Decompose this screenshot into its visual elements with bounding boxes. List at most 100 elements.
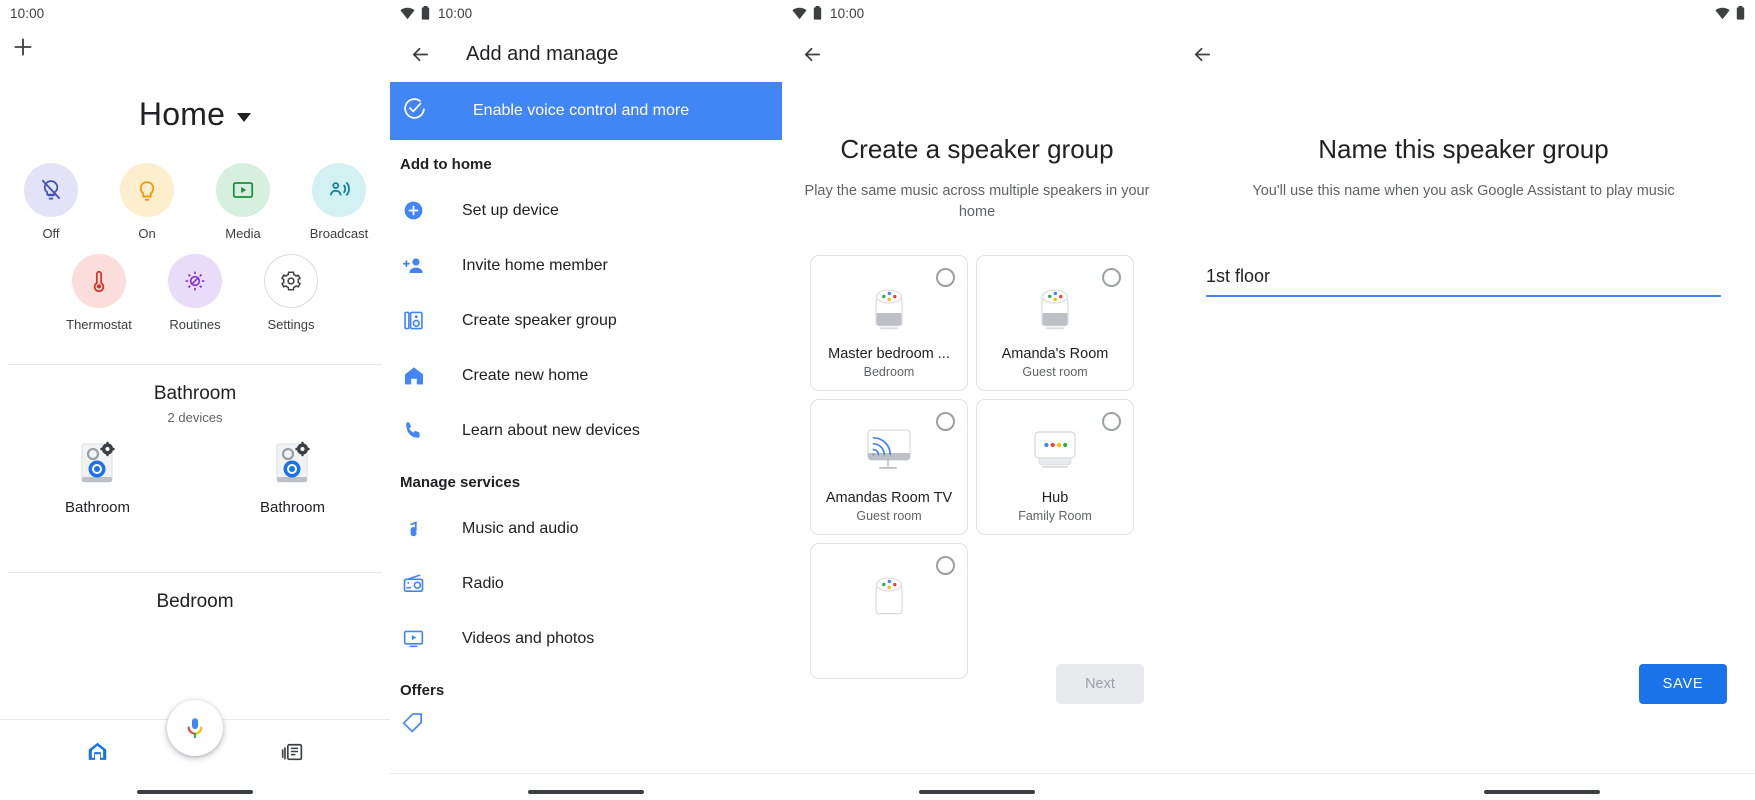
menu-item-learn-about-new-devices[interactable]: Learn about new devices xyxy=(390,403,782,458)
section-label-offers: Offers xyxy=(390,666,782,709)
enable-voice-control-banner[interactable]: Enable voice control and more xyxy=(390,82,782,140)
phone-icon xyxy=(402,419,448,442)
device-label: Bathroom xyxy=(65,499,130,516)
quick-action-broadcast-label: Broadcast xyxy=(310,226,369,241)
page-title: Add and manage xyxy=(466,43,618,66)
divider xyxy=(8,364,382,365)
page-subheading: Play the same music across multiple spea… xyxy=(782,181,1172,223)
lightbulb-on-icon xyxy=(134,177,160,203)
menu-item-offers-partial[interactable] xyxy=(390,709,782,735)
device-card-room: Family Room xyxy=(1018,509,1092,523)
music-note-icon xyxy=(402,518,448,540)
section-label-manage-services: Manage services xyxy=(390,458,782,501)
status-bar: 10:00 xyxy=(0,0,390,26)
offer-tag-icon xyxy=(402,711,448,734)
battery-icon xyxy=(1736,6,1745,20)
menu-item-create-new-home[interactable]: Create new home xyxy=(390,348,782,403)
device-card[interactable] xyxy=(810,543,968,679)
radio-button[interactable] xyxy=(936,556,955,575)
battery-icon xyxy=(421,6,430,20)
back-button[interactable] xyxy=(1182,34,1222,74)
save-button[interactable]: SAVE xyxy=(1639,664,1727,704)
chromecast-tv-icon xyxy=(860,424,918,478)
person-add-icon xyxy=(402,254,448,278)
quick-action-settings[interactable]: Settings xyxy=(253,254,329,332)
menu-item-invite-home-member[interactable]: Invite home member xyxy=(390,238,782,293)
quick-action-media[interactable]: Media xyxy=(205,163,281,241)
quick-action-thermostat[interactable]: Thermostat xyxy=(61,254,137,332)
devices-row-bathroom: Bathroom xyxy=(0,436,390,516)
quick-action-on-circle xyxy=(120,163,174,217)
check-circle-icon xyxy=(402,96,427,126)
device-tile[interactable]: Bathroom xyxy=(195,436,390,516)
arrow-back-icon xyxy=(801,43,824,66)
menu-item-music-and-audio[interactable]: Music and audio xyxy=(390,501,782,556)
battery-icon xyxy=(813,6,822,20)
menu-item-create-speaker-group[interactable]: Create speaker group xyxy=(390,293,782,348)
quick-action-routines[interactable]: Routines xyxy=(157,254,233,332)
speaker-group-icon xyxy=(402,309,448,332)
home-filled-icon xyxy=(402,364,448,388)
add-button[interactable] xyxy=(10,34,36,60)
menu-item-label: Learn about new devices xyxy=(462,422,640,440)
sidebar-item-feed[interactable] xyxy=(195,739,390,764)
gesture-bar xyxy=(1484,790,1600,794)
radio-button[interactable] xyxy=(936,268,955,287)
device-card[interactable]: Amandas Room TV Guest room xyxy=(810,399,968,535)
gesture-bar xyxy=(137,790,253,794)
speaker-group-name-value[interactable]: 1st floor xyxy=(1206,266,1721,287)
quick-action-broadcast[interactable]: Broadcast xyxy=(301,163,377,241)
status-bar: 10:00 xyxy=(1172,0,1755,26)
lightbulb-off-icon xyxy=(38,177,64,203)
back-button[interactable] xyxy=(792,34,832,74)
device-card-room: Bedroom xyxy=(864,365,915,379)
home-selector[interactable]: Home xyxy=(0,96,390,133)
broadcast-icon xyxy=(326,177,352,203)
menu-item-radio[interactable]: Radio xyxy=(390,556,782,611)
device-card[interactable]: Master bedroom ... Bedroom xyxy=(810,255,968,391)
device-card[interactable]: Hub Family Room xyxy=(976,399,1134,535)
banner-label: Enable voice control and more xyxy=(473,102,689,120)
app-bar xyxy=(1172,26,1755,82)
status-bar: 10:00 xyxy=(390,0,782,26)
room-name: Bathroom xyxy=(0,383,390,405)
speaker-group-name-field[interactable]: 1st floor xyxy=(1206,266,1721,297)
quick-action-on[interactable]: On xyxy=(109,163,185,241)
feed-icon xyxy=(280,739,305,764)
wifi-icon xyxy=(792,7,807,20)
quick-action-on-label: On xyxy=(138,226,155,241)
radio-button[interactable] xyxy=(936,412,955,431)
device-card-title: Amandas Room TV xyxy=(826,490,952,506)
room-header-bathroom: Bathroom 2 devices xyxy=(0,383,390,425)
quick-actions-row-1: Off On Media xyxy=(0,163,390,241)
chevron-down-icon xyxy=(237,113,251,122)
divider xyxy=(8,572,382,573)
device-card-room: Guest room xyxy=(1022,365,1087,379)
quick-action-off[interactable]: Off xyxy=(13,163,89,241)
device-card-title: Hub xyxy=(1042,490,1069,506)
back-button[interactable] xyxy=(400,34,440,74)
menu-item-label: Videos and photos xyxy=(462,630,594,648)
radio-button[interactable] xyxy=(1102,412,1121,431)
device-card[interactable]: Amanda's Room Guest room xyxy=(976,255,1134,391)
sidebar-item-home[interactable] xyxy=(0,739,195,764)
radio-button[interactable] xyxy=(1102,268,1121,287)
section-label-add-to-home: Add to home xyxy=(390,140,782,183)
menu-item-label: Radio xyxy=(462,575,504,593)
device-card-grid: Master bedroom ... Bedroom xyxy=(782,255,1172,679)
device-label: Bathroom xyxy=(260,499,325,516)
gesture-bar xyxy=(919,790,1035,794)
device-tile[interactable]: Bathroom xyxy=(0,436,195,516)
status-bar: 10:00 xyxy=(782,0,1172,26)
room-device-count: 2 devices xyxy=(0,410,390,425)
device-card-room: Guest room xyxy=(856,509,921,523)
quick-action-media-label: Media xyxy=(225,226,260,241)
menu-item-set-up-device[interactable]: Set up device xyxy=(390,183,782,238)
google-home-speaker-icon xyxy=(865,280,913,334)
quick-action-media-circle xyxy=(216,163,270,217)
next-button[interactable]: Next xyxy=(1056,664,1144,704)
menu-item-label: Create speaker group xyxy=(462,312,617,330)
bottom-divider xyxy=(1172,773,1755,774)
menu-item-videos-and-photos[interactable]: Videos and photos xyxy=(390,611,782,666)
assistant-mic-button[interactable] xyxy=(167,700,223,756)
